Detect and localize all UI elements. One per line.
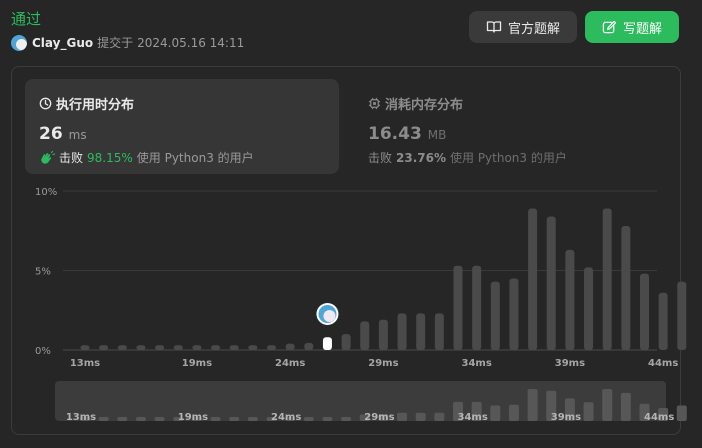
overview-tick-label: 24ms (271, 412, 301, 423)
chart-bar (211, 345, 221, 350)
y-tick-label: 5% (35, 267, 51, 278)
chart-bar (658, 292, 668, 350)
overview-bar (676, 405, 687, 421)
marker-avatar-fg (323, 310, 336, 322)
overview-bar (229, 417, 240, 421)
overview-bar (527, 388, 538, 421)
chart-bar (341, 334, 351, 350)
x-tick-label: 29ms (368, 358, 398, 369)
overview-bar (620, 392, 631, 421)
overview-bar (117, 417, 128, 421)
y-tick-label: 10% (35, 187, 57, 198)
chart-bar (99, 345, 109, 350)
x-tick-label: 44ms (648, 358, 678, 369)
x-tick-label: 39ms (555, 358, 585, 369)
chart-bar (453, 265, 463, 350)
x-tick-label: 34ms (462, 358, 492, 369)
overview-bar (303, 417, 314, 421)
overview-bar (247, 417, 258, 421)
overview-bar (508, 404, 519, 421)
overview-bar (135, 417, 146, 421)
chart-bar (472, 265, 482, 350)
chart-bar (490, 281, 500, 350)
chart-bar (584, 267, 594, 350)
overview-tick-label: 44ms (644, 412, 674, 423)
chart-bar (640, 273, 649, 350)
chart-bar (248, 345, 258, 350)
chart-bar (155, 345, 165, 350)
chart-bar (285, 343, 295, 350)
overview-bar (434, 412, 445, 421)
overview-tick-label: 39ms (551, 412, 581, 423)
chart-bar (546, 216, 556, 350)
x-tick-label: 13ms (70, 358, 100, 369)
overview-bar (415, 412, 426, 421)
overview-tick-label: 29ms (364, 412, 394, 423)
overview-tick-label: 34ms (458, 412, 488, 423)
chart-bar (173, 345, 183, 350)
chart-bar (229, 345, 239, 350)
overview-bar (490, 405, 501, 421)
overview-tick-label: 19ms (178, 412, 208, 423)
overview-bar (341, 417, 352, 421)
chart-bar (136, 345, 146, 350)
overview-bar (210, 417, 221, 421)
overview-bar (397, 412, 408, 421)
chart-bar (602, 208, 612, 350)
chart-bar (565, 249, 575, 350)
chart-bar (267, 345, 276, 350)
chart-bar (416, 313, 426, 350)
chart-bar (192, 345, 202, 350)
y-tick-label: 0% (35, 346, 51, 357)
chart-bar (621, 225, 631, 350)
chart-user-marker (316, 303, 339, 325)
overview-bar (583, 402, 594, 421)
overview-bar (322, 417, 333, 421)
chart-bar (509, 278, 519, 350)
runtime-distribution-chart: 0% 5% 10% 13ms 19ms 24ms 29ms 34ms 39ms 44ms 13ms… (35, 187, 687, 423)
chart-bar (378, 319, 388, 350)
overview-bar (98, 417, 109, 421)
x-tick-label: 19ms (182, 358, 212, 369)
chart-bar (80, 345, 90, 350)
chart-bar (304, 342, 314, 350)
chart-bar (397, 313, 407, 350)
overview-bar (602, 388, 613, 421)
chart-bar (677, 281, 687, 350)
overview-tick-label: 13ms (66, 412, 96, 423)
chart-overview: 13ms 19ms 24ms 29ms 34ms 39ms 44ms (55, 381, 687, 423)
overview-bar (154, 417, 165, 421)
chart-bar (434, 313, 444, 350)
chart-bar (117, 345, 127, 350)
chart-bar (528, 208, 538, 350)
chart-bar (360, 321, 370, 350)
x-tick-label: 24ms (275, 358, 305, 369)
chart-bar-highlight (322, 337, 332, 350)
